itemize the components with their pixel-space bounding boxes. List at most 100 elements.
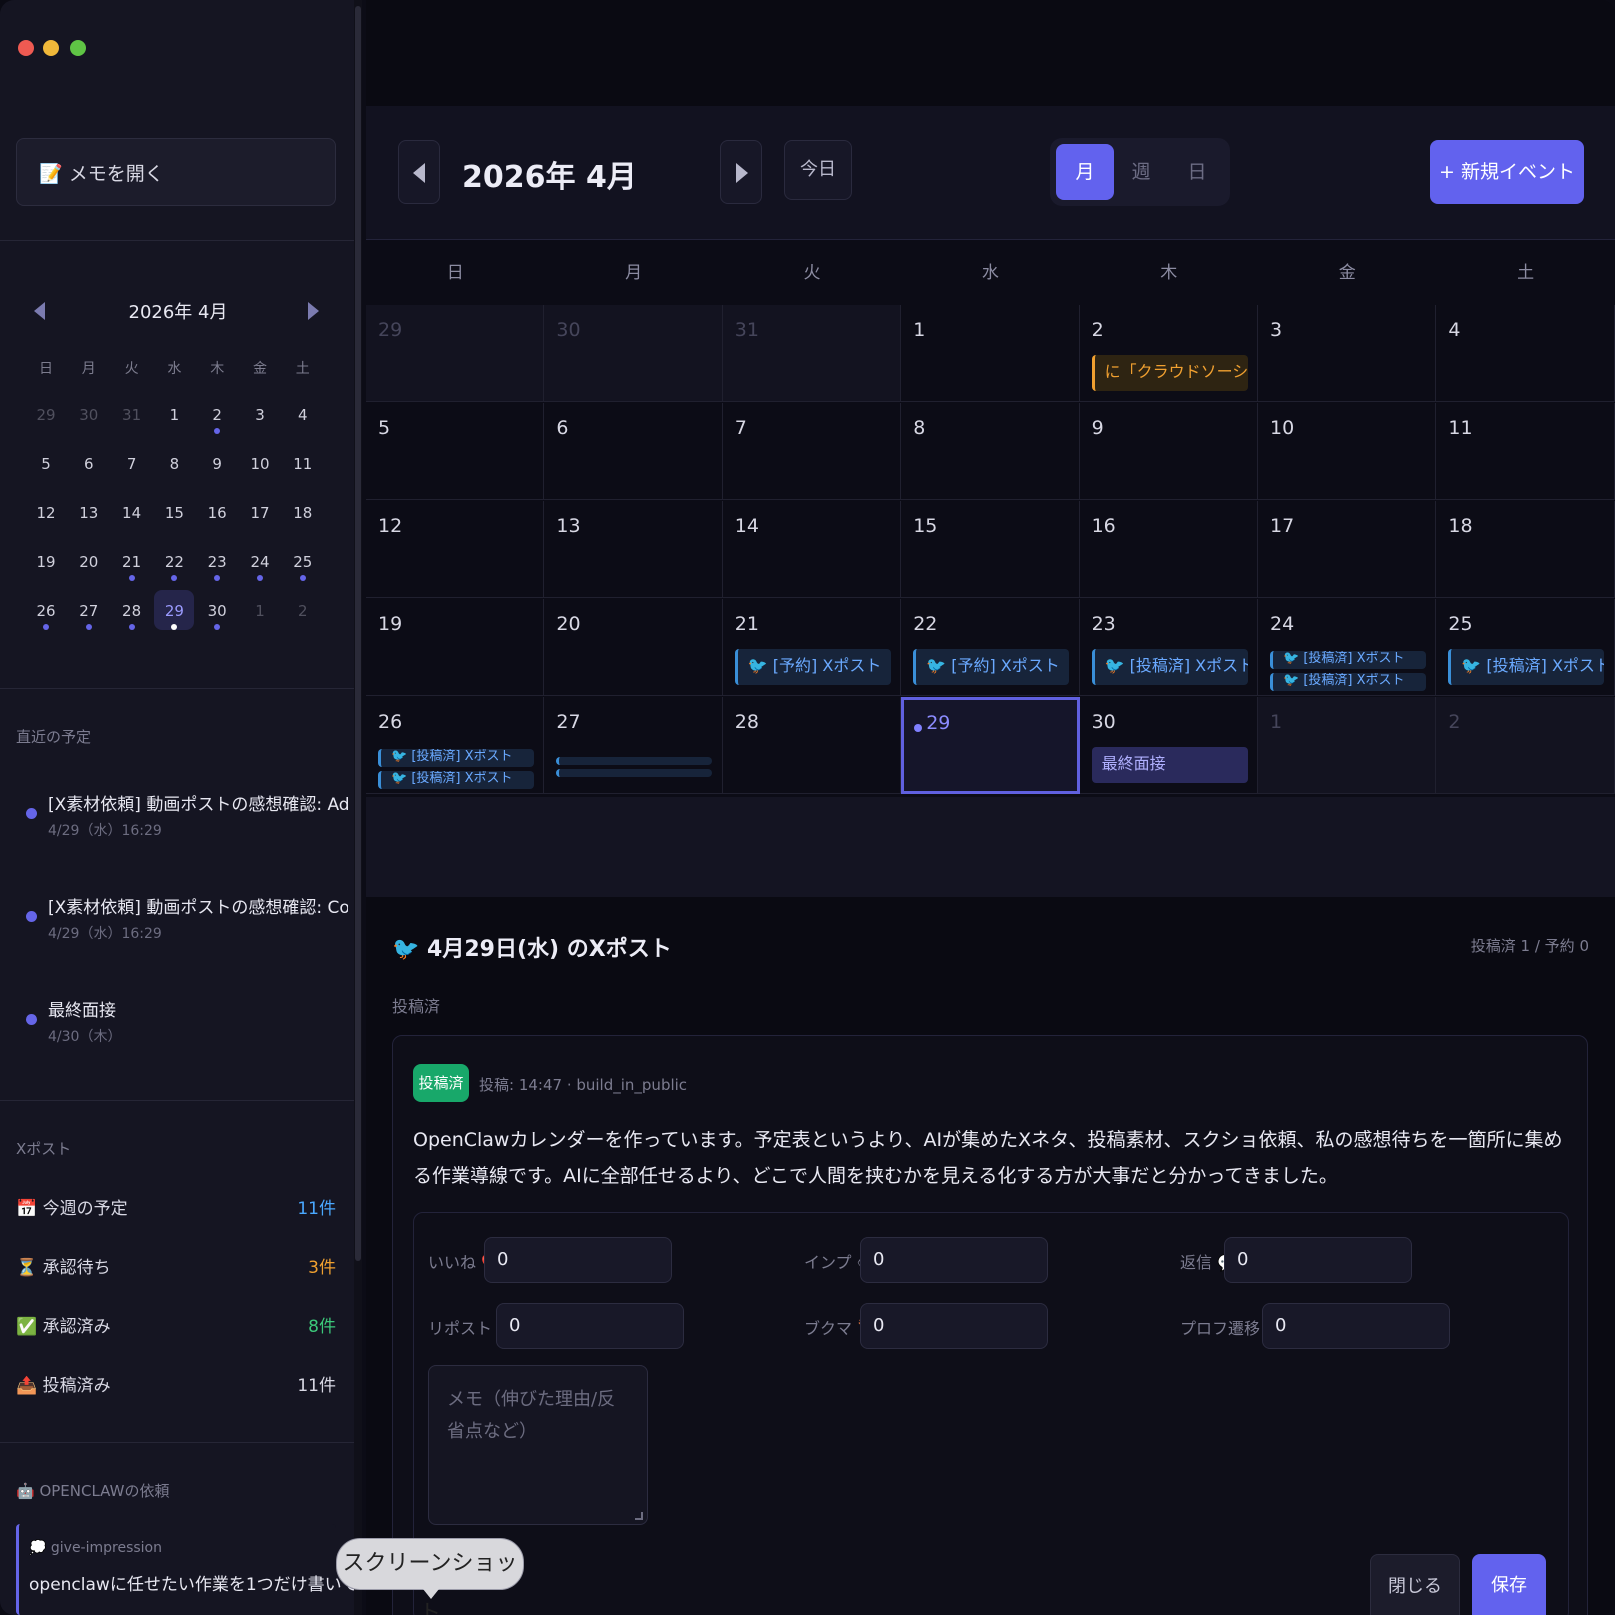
likes-input[interactable]: 0 <box>484 1237 672 1283</box>
mini-day[interactable]: 22 <box>154 541 194 581</box>
upcoming-item[interactable]: [X素材依頼] 動画ポストの感想確認: Adob... 4/29（水）16:29 <box>26 790 348 850</box>
sidebar-scrollbar[interactable] <box>354 0 362 1615</box>
view-day-button[interactable]: 日 <box>1168 144 1226 200</box>
mini-day[interactable]: 24 <box>240 541 280 581</box>
calendar-day[interactable]: 2 に「クラウドソーシン... <box>1079 305 1258 402</box>
calendar-event[interactable] <box>556 757 713 765</box>
new-event-button[interactable]: + 新規イベント <box>1430 140 1584 204</box>
calendar-day[interactable]: 12 <box>366 501 545 598</box>
calendar-event[interactable]: 🐦 [投稿済] Xポスト <box>1448 649 1605 685</box>
calendar-day[interactable]: 22 🐦 [予約] Xポスト <box>901 599 1080 696</box>
upcoming-item[interactable]: 最終面接 4/30（木） <box>26 996 336 1056</box>
xpost-stat-row[interactable]: ✅ 承認済み 8件 <box>16 1312 336 1342</box>
calendar-day[interactable]: 9 <box>1079 403 1258 500</box>
xpost-stat-row[interactable]: ⏳ 承認待ち 3件 <box>16 1253 336 1283</box>
mini-day[interactable]: 6 <box>69 443 109 483</box>
calendar-day[interactable]: 6 <box>544 403 723 500</box>
resize-handle-icon[interactable] <box>635 1512 643 1520</box>
xpost-stat-row[interactable]: 📤 投稿済み 11件 <box>16 1371 336 1401</box>
calendar-day[interactable]: 17 <box>1258 501 1437 598</box>
scrollbar-thumb[interactable] <box>355 6 361 1261</box>
calendar-day[interactable]: 28 <box>722 697 902 794</box>
calendar-event[interactable]: 最終面接 <box>1091 747 1248 783</box>
profile-visits-input[interactable]: 0 <box>1262 1303 1450 1349</box>
mini-day[interactable]: 10 <box>240 443 280 483</box>
mini-day[interactable]: 5 <box>26 443 66 483</box>
close-window-button[interactable] <box>18 40 34 56</box>
mini-day[interactable]: 1 <box>154 394 194 434</box>
prev-month-button[interactable] <box>398 140 440 204</box>
calendar-day[interactable]: 15 <box>901 501 1080 598</box>
mini-day[interactable]: 17 <box>240 492 280 532</box>
calendar-day[interactable]: 27 <box>544 697 723 794</box>
calendar-event[interactable]: 🐦 [投稿済] Xポスト <box>1270 673 1426 691</box>
mini-day[interactable]: 28 <box>112 590 152 630</box>
calendar-day[interactable]: 24 🐦 [投稿済] Xポスト 🐦 [投稿済] Xポスト <box>1258 599 1437 696</box>
calendar-day[interactable]: 11 <box>1436 403 1615 500</box>
mini-day[interactable]: 29 <box>26 394 66 434</box>
openclaw-request-card[interactable]: 💭 give-impression openclawに任せたい作業を1つだけ書い… <box>16 1524 374 1615</box>
mini-day[interactable]: 16 <box>197 492 237 532</box>
calendar-day[interactable]: 18 <box>1436 501 1615 598</box>
calendar-day[interactable]: 1 <box>901 305 1080 402</box>
maximize-window-button[interactable] <box>70 40 86 56</box>
calendar-event[interactable]: 🐦 [投稿済] Xポスト <box>378 771 534 789</box>
mini-day[interactable]: 7 <box>112 443 152 483</box>
calendar-day[interactable]: 8 <box>901 403 1080 500</box>
calendar-day[interactable]: 23 🐦 [投稿済] Xポスト <box>1079 599 1258 696</box>
calendar-day[interactable]: 4 <box>1436 305 1615 402</box>
calendar-event[interactable] <box>556 769 713 777</box>
mini-day[interactable]: 31 <box>112 394 152 434</box>
mini-day[interactable]: 8 <box>154 443 194 483</box>
view-week-button[interactable]: 週 <box>1112 144 1170 200</box>
save-button[interactable]: 保存 <box>1472 1554 1546 1615</box>
calendar-day[interactable]: 19 <box>366 599 545 696</box>
mini-day[interactable]: 11 <box>283 443 323 483</box>
mini-day[interactable]: 20 <box>69 541 109 581</box>
replies-input[interactable]: 0 <box>1224 1237 1412 1283</box>
calendar-day[interactable]: 21 🐦 [予約] Xポスト <box>722 599 902 696</box>
calendar-event[interactable]: 🐦 [予約] Xポスト <box>913 649 1070 685</box>
mini-day[interactable]: 2 <box>283 590 323 630</box>
mini-day[interactable]: 30 <box>197 590 237 630</box>
calendar-event[interactable]: 🐦 [投稿済] Xポスト <box>378 749 534 767</box>
mini-day[interactable]: 14 <box>112 492 152 532</box>
bookmarks-input[interactable]: 0 <box>860 1303 1048 1349</box>
impressions-input[interactable]: 0 <box>860 1237 1048 1283</box>
calendar-day[interactable]: 10 <box>1258 403 1437 500</box>
calendar-day[interactable]: 25 🐦 [投稿済] Xポスト <box>1436 599 1615 696</box>
mini-day[interactable]: 2 <box>197 394 237 434</box>
mini-day[interactable]: 18 <box>283 492 323 532</box>
minimize-window-button[interactable] <box>43 40 59 56</box>
mini-day[interactable]: 15 <box>154 492 194 532</box>
calendar-event[interactable]: に「クラウドソーシン... <box>1091 355 1248 391</box>
calendar-day[interactable]: 16 <box>1079 501 1258 598</box>
today-button[interactable]: 今日 <box>784 140 852 200</box>
calendar-day[interactable]: 5 <box>366 403 545 500</box>
calendar-day[interactable]: 30 <box>544 305 723 402</box>
mini-day[interactable]: 27 <box>69 590 109 630</box>
mini-day[interactable]: 25 <box>283 541 323 581</box>
mini-day[interactable]: 30 <box>69 394 109 434</box>
calendar-day[interactable]: 3 <box>1258 305 1437 402</box>
next-month-button[interactable] <box>720 140 762 204</box>
calendar-day[interactable]: 7 <box>722 403 902 500</box>
calendar-day[interactable]: 20 <box>544 599 723 696</box>
open-memo-button[interactable]: 📝 メモを開く <box>16 138 336 206</box>
calendar-event[interactable]: 🐦 [投稿済] Xポスト <box>1270 651 1426 669</box>
mini-day[interactable]: 21 <box>112 541 152 581</box>
reposts-input[interactable]: 0 <box>496 1303 684 1349</box>
calendar-day[interactable]: 30 最終面接 <box>1079 697 1258 794</box>
calendar-day[interactable]: 1 <box>1258 697 1437 794</box>
mini-day[interactable]: 26 <box>26 590 66 630</box>
mini-day[interactable]: 3 <box>240 394 280 434</box>
mini-day[interactable]: 4 <box>283 394 323 434</box>
calendar-day[interactable]: 14 <box>722 501 902 598</box>
calendar-day-selected[interactable]: 29 <box>901 697 1080 794</box>
calendar-day[interactable]: 26 🐦 [投稿済] Xポスト 🐦 [投稿済] Xポスト <box>366 697 545 794</box>
calendar-event[interactable]: 🐦 [投稿済] Xポスト <box>1091 649 1248 685</box>
mini-day[interactable]: 9 <box>197 443 237 483</box>
upcoming-item[interactable]: [X素材依頼] 動画ポストの感想確認: Code... 4/29（水）16:29 <box>26 893 348 953</box>
calendar-day[interactable]: 13 <box>544 501 723 598</box>
calendar-event[interactable]: 🐦 [予約] Xポスト <box>734 649 891 685</box>
